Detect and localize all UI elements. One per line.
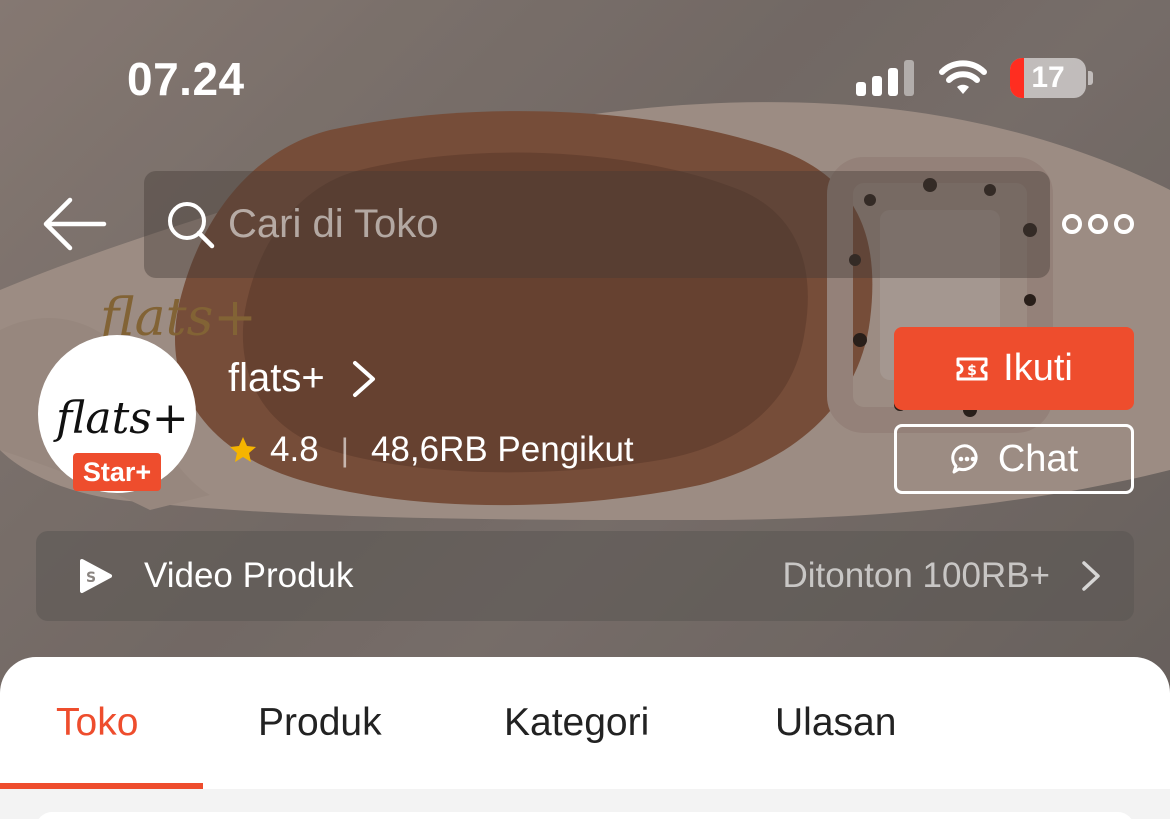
video-product-row[interactable]: S Video Produk Ditonton 100RB+ xyxy=(36,531,1134,621)
shop-stats: 4.8 | 48,6RB Pengikut xyxy=(228,430,634,470)
star-plus-badge: Star+ xyxy=(73,453,161,491)
star-icon xyxy=(230,437,256,462)
shop-name: flats+ xyxy=(228,356,325,400)
follower-count: 48,6RB Pengikut xyxy=(370,430,634,469)
battery-level: 17 xyxy=(1031,61,1065,94)
meta-separator: | xyxy=(340,431,349,468)
more-icon[interactable] xyxy=(1062,210,1134,238)
shop-rating: 4.8 xyxy=(270,430,319,469)
chat-icon xyxy=(951,444,978,474)
chat-label: Chat xyxy=(997,437,1079,480)
tab-ulasan[interactable]: Ulasan xyxy=(775,701,896,745)
chevron-right-icon xyxy=(1082,561,1100,591)
search-icon xyxy=(168,201,215,248)
video-views: Ditonton 100RB+ xyxy=(782,556,1050,595)
status-time: 07.24 xyxy=(127,53,245,105)
tab-kategori[interactable]: Kategori xyxy=(504,701,649,745)
follow-label: Ikuti xyxy=(1003,347,1073,389)
video-label: Video Produk xyxy=(144,556,354,595)
chevron-right-icon xyxy=(352,360,375,397)
battery-icon: 17 xyxy=(1010,58,1086,98)
svg-text:$: $ xyxy=(967,363,977,379)
signal-icon xyxy=(856,60,914,96)
svg-text:flats+: flats+ xyxy=(53,393,189,444)
search-input[interactable]: Cari di Toko xyxy=(144,171,1050,278)
search-placeholder: Cari di Toko xyxy=(228,202,439,246)
shop-tab-bar: Toko Produk Kategori Ulasan xyxy=(0,657,1170,789)
voucher-icon: $ xyxy=(956,357,988,380)
tab-toko[interactable]: Toko xyxy=(56,701,138,745)
status-icons: 17 xyxy=(856,56,1093,100)
shop-name-link[interactable]: flats+ xyxy=(228,356,383,401)
svg-text:S: S xyxy=(86,570,96,586)
follow-button[interactable]: $ Ikuti xyxy=(894,327,1134,410)
tab-produk[interactable]: Produk xyxy=(258,701,382,745)
chat-button[interactable]: Chat xyxy=(894,424,1134,494)
content-card xyxy=(36,812,1134,819)
back-arrow-icon[interactable] xyxy=(40,196,108,252)
wifi-icon xyxy=(939,60,987,94)
shopee-video-icon: S xyxy=(80,559,112,593)
